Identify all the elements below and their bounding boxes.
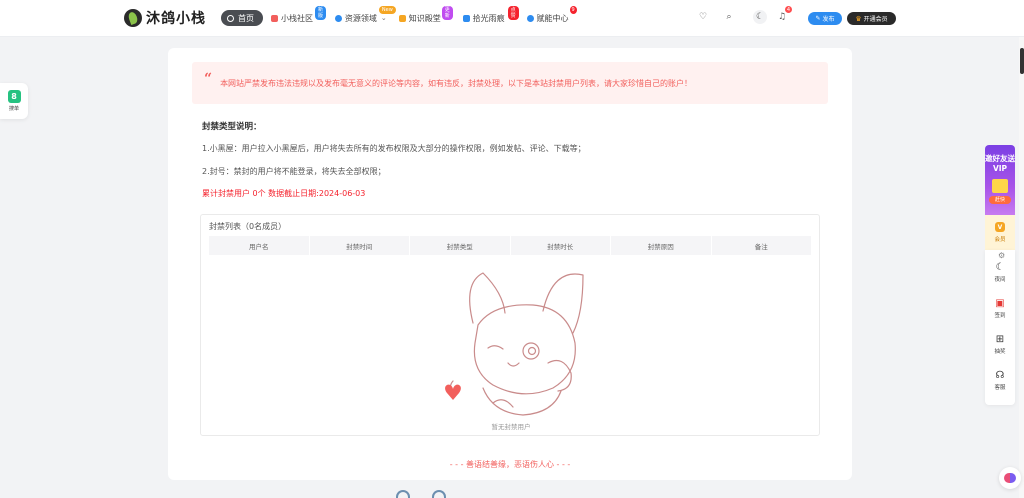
logo-text: 沐鸽小栈 bbox=[146, 11, 206, 27]
page-scrollbar[interactable] bbox=[1019, 37, 1024, 498]
logo-icon bbox=[124, 9, 142, 27]
footer-motto: - - - 善语结善缘，恶语伤人心 - - - bbox=[449, 460, 571, 469]
notice-text: 本网站严禁发布违法违规以及发布毫无意义的评论等内容，如有违反，封禁处理，以下是本… bbox=[220, 78, 693, 88]
knowledge-icon bbox=[398, 14, 406, 22]
column-header: 备注 bbox=[754, 242, 768, 251]
ban-type-line-2: 2.封号：禁封的用户将不能登录，将失去全部权限； bbox=[202, 167, 386, 176]
tip-button[interactable]: ♡ bbox=[696, 10, 710, 24]
nav-badge: 更新 bbox=[441, 5, 453, 20]
tool-label: 抽奖 bbox=[994, 349, 1006, 355]
nav-home[interactable]: 首页 bbox=[221, 10, 263, 26]
column-header: 封禁类型 bbox=[410, 236, 511, 255]
decoration-icon bbox=[396, 490, 410, 498]
decoration-icon bbox=[432, 490, 446, 498]
site-logo[interactable]: 沐鸽小栈 bbox=[124, 8, 206, 28]
gift-icon bbox=[992, 179, 1008, 193]
search-button[interactable]: ⌕ bbox=[722, 10, 736, 24]
community-icon bbox=[271, 14, 278, 22]
pen-icon: ✎ bbox=[815, 15, 821, 22]
nav-item-moments[interactable]: 拾光雨痕 ⌄ 点赞 bbox=[462, 5, 519, 24]
notice-banner: “ 本网站严禁发布违法违规以及发布毫无意义的评论等内容，如有违反，封禁处理，以下… bbox=[192, 62, 828, 104]
promo-text: 邀好友送VIP bbox=[985, 154, 1015, 173]
theme-toggle[interactable]: ☾ bbox=[753, 10, 767, 24]
empty-state-text: 暂无封禁用户 bbox=[491, 423, 531, 431]
publish-button[interactable]: ✎ 发布 bbox=[808, 12, 842, 25]
top-header: 沐鸽小栈 首页 小栈社区 ⌄ 新版 资源领域 ⌄ New 知识殿堂 ⌄ 更新 拾… bbox=[0, 0, 1024, 37]
nav-item-label: 小栈社区 bbox=[281, 13, 313, 23]
nav-item-label: 拾光雨痕 bbox=[472, 13, 505, 23]
column-header: 封禁时间 bbox=[310, 236, 410, 255]
ban-table-header: 用户名 封禁时间 封禁类型 封禁时长 封禁原因 备注 bbox=[209, 236, 811, 255]
tool-checkin[interactable]: ▣ 签到 bbox=[985, 298, 1015, 319]
gift-box-icon: ⊞ bbox=[995, 334, 1005, 345]
section-title: 封禁类型说明： bbox=[202, 122, 262, 132]
vip-tab[interactable]: V 会员 bbox=[985, 215, 1015, 250]
nav-item-knowledge[interactable]: 知识殿堂 ⌄ 更新 bbox=[398, 5, 453, 24]
left-float-label: 搜单 bbox=[8, 106, 19, 112]
nav-item-label: 知识殿堂 bbox=[408, 13, 441, 23]
nav-badge: 9 bbox=[569, 5, 577, 14]
empty-cat-illustration bbox=[445, 272, 584, 416]
scrollbar-thumb[interactable] bbox=[1020, 48, 1024, 74]
resources-icon bbox=[334, 14, 342, 22]
ban-list: 封禁列表（0名成员） 用户名 封禁时间 封禁类型 封禁时长 封禁原因 备注 暂无… bbox=[200, 214, 820, 436]
notification-button[interactable]: ♫ 4 bbox=[775, 6, 792, 24]
ai-assistant-button[interactable] bbox=[999, 467, 1021, 489]
quote-icon: “ bbox=[204, 71, 213, 87]
bell-icon: ♫ 4 bbox=[777, 6, 792, 22]
ban-summary: 累计封禁用户 0个 数据截止日期:2024-06-03 bbox=[202, 189, 366, 198]
calendar-icon: ▣ bbox=[995, 298, 1005, 309]
tool-label: 客服 bbox=[994, 385, 1006, 391]
main-card: “ 本网站严禁发布违法违规以及发布毫无意义的评论等内容，如有违反，封禁处理，以下… bbox=[168, 48, 852, 480]
nav-item-resources[interactable]: 资源领域 ⌄ New bbox=[334, 5, 396, 24]
right-toolbar: ☾ 夜间 ▣ 签到 ⊞ 抽奖 ☊ 客服 bbox=[985, 250, 1015, 405]
vip-label: 开通会员 bbox=[863, 16, 888, 23]
invite-vip-promo[interactable]: 邀好友送VIP 赶快 bbox=[985, 145, 1015, 215]
ban-type-line-1: 1.小黑屋：用户拉入小黑屋后，用户将失去所有的发布权限及大部分的操作权限，例如发… bbox=[202, 144, 586, 153]
left-float-search[interactable]: 8 搜单 bbox=[0, 83, 28, 119]
promo-button[interactable]: 赶快 bbox=[989, 196, 1011, 204]
tool-support[interactable]: ☊ 客服 bbox=[985, 370, 1015, 391]
lightbulb-icon: ♡ bbox=[698, 12, 708, 22]
nav-item-community[interactable]: 小栈社区 ⌄ 新版 bbox=[271, 5, 327, 24]
gear-icon[interactable]: ⚙ bbox=[998, 251, 1005, 260]
publish-label: 发布 bbox=[822, 16, 835, 23]
ban-list-title: 封禁列表（0名成员） bbox=[209, 222, 287, 231]
vip-tab-label: 会员 bbox=[994, 237, 1006, 243]
nav-home-label: 首页 bbox=[238, 13, 254, 23]
headset-icon: ☊ bbox=[995, 370, 1005, 381]
vip-button[interactable]: ♛ 开通会员 bbox=[847, 12, 896, 25]
tool-label: 夜间 bbox=[994, 277, 1006, 283]
moon-icon: ☾ bbox=[995, 262, 1005, 273]
nav-item-empower[interactable]: 赋能中心 9 bbox=[526, 5, 577, 24]
column-header: 封禁时长 bbox=[511, 236, 611, 255]
nav-item-label: 资源领域 bbox=[344, 13, 377, 23]
brain-icon bbox=[1004, 473, 1016, 483]
search-icon: ⌕ bbox=[726, 12, 732, 22]
search-order-icon: 8 bbox=[7, 90, 21, 103]
tool-lottery[interactable]: ⊞ 抽奖 bbox=[985, 334, 1015, 355]
tool-night-mode[interactable]: ☾ 夜间 bbox=[985, 262, 1015, 283]
empower-icon bbox=[526, 14, 534, 22]
tool-label: 签到 bbox=[994, 313, 1006, 319]
vip-icon: V bbox=[995, 222, 1005, 232]
moments-icon bbox=[462, 14, 470, 22]
home-icon bbox=[227, 14, 234, 22]
moon-icon: ☾ bbox=[753, 10, 767, 24]
notification-badge: 4 bbox=[785, 6, 792, 13]
main-nav: 首页 小栈社区 ⌄ 新版 资源领域 ⌄ New 知识殿堂 ⌄ 更新 拾光雨痕 ⌄… bbox=[221, 5, 577, 27]
nav-badge: 点赞 bbox=[507, 5, 519, 20]
bottom-decoration bbox=[396, 490, 446, 498]
column-header: 封禁原因 bbox=[611, 236, 712, 255]
nav-badge: 新版 bbox=[315, 5, 327, 20]
column-header: 用户名 bbox=[209, 236, 310, 255]
crown-icon: ♛ bbox=[855, 14, 862, 23]
nav-badge: New bbox=[378, 5, 396, 14]
chevron-down-icon: ⌄ bbox=[380, 14, 387, 22]
nav-item-label: 赋能中心 bbox=[536, 13, 569, 23]
